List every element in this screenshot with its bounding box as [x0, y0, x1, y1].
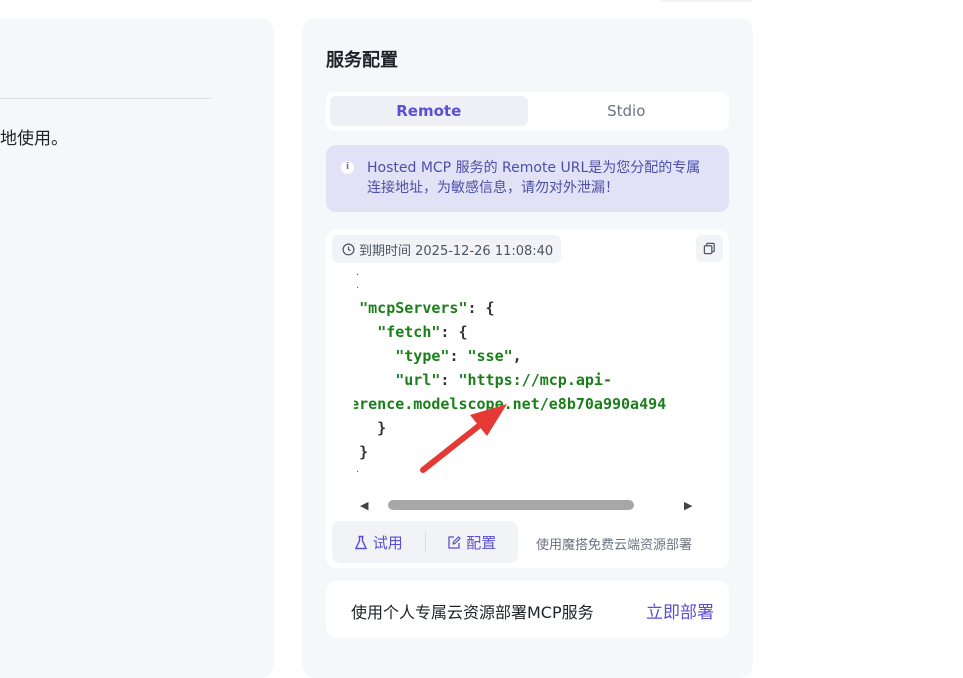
code-line: "mcpServers": {	[359, 299, 495, 317]
code-line: }	[359, 443, 369, 461]
notice-line-1: Hosted MCP 服务的 Remote URL是为您分配的专属	[367, 160, 701, 176]
code-line: inference.modelscope.net/e8b70a990a494	[354, 394, 666, 414]
security-notice: Hosted MCP 服务的 Remote URL是为您分配的专属 连接地址，为…	[326, 145, 729, 212]
scroll-right-arrow-icon[interactable]: ▶	[684, 499, 692, 512]
deploy-now-link[interactable]: 立即部署	[646, 598, 714, 623]
horizontal-scrollbar[interactable]: ◀ ▶	[354, 495, 700, 515]
config-label: 配置	[466, 533, 497, 552]
info-icon: i	[341, 161, 354, 174]
flask-icon	[354, 535, 367, 549]
private-deploy-text: 使用个人专属云资源部署MCP服务	[351, 603, 594, 622]
code-line: }	[377, 419, 387, 437]
try-button[interactable]: 试用	[332, 532, 425, 553]
left-divider	[0, 98, 211, 99]
config-code-block[interactable]: "mcpServers": { "fetch": { "type": "sse"…	[354, 268, 700, 486]
config-button[interactable]: 配置	[426, 532, 519, 553]
transport-tabs: Remote Stdio	[326, 92, 729, 130]
left-card-text: 地使用。	[0, 129, 68, 149]
code-key: "mcpServers"	[359, 299, 468, 317]
notice-line-2: 连接地址，为敏感信息，请勿对外泄漏！	[367, 180, 619, 196]
code-key: "fetch"	[377, 323, 441, 341]
code-line: "url": "https://mcp.api-	[395, 371, 612, 389]
code-line: "fetch": {	[377, 323, 468, 341]
edit-icon	[448, 535, 461, 549]
expiry-text: 到期时间 2025-12-26 11:08:40	[359, 243, 554, 259]
expiry-badge: 到期时间 2025-12-26 11:08:40	[332, 235, 562, 263]
code-key: "url"	[395, 371, 441, 389]
action-bar: 试用 配置	[332, 521, 518, 563]
code-value: "sse"	[467, 347, 513, 365]
code-value: "https://mcp.api-	[458, 371, 612, 389]
scroll-thumb[interactable]	[388, 500, 634, 510]
code-value: inference.modelscope.net/e8b70a990a494	[354, 395, 667, 413]
code-key: "type"	[395, 347, 450, 365]
top-right-element	[658, 0, 754, 2]
tab-remote[interactable]: Remote	[330, 96, 528, 126]
panel-title: 服务配置	[326, 50, 398, 71]
clock-icon	[342, 243, 355, 255]
try-label: 试用	[372, 533, 403, 552]
left-card	[0, 18, 274, 678]
tab-stdio[interactable]: Stdio	[528, 96, 726, 126]
code-line: "type": "sse",	[395, 347, 522, 365]
free-deploy-note: 使用魔搭免费云端资源部署	[536, 538, 693, 553]
scroll-left-arrow-icon[interactable]: ◀	[360, 499, 368, 512]
copy-icon	[703, 242, 715, 255]
copy-button[interactable]	[696, 235, 723, 262]
